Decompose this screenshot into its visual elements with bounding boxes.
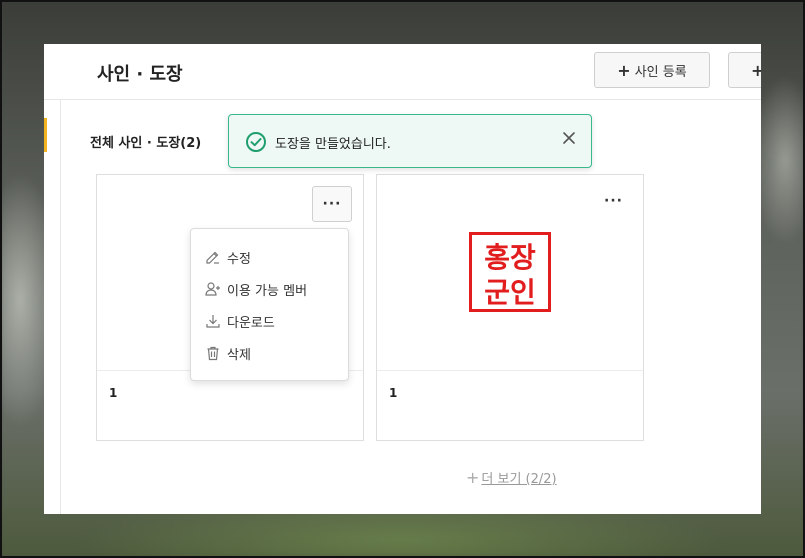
card-context-menu: 수정 이용 가능 멤버 다운로드 삭제: [190, 228, 349, 381]
stamp-image: 홍장 군인: [469, 232, 551, 312]
stamp-card[interactable]: 홍장 군인 ··· 1: [376, 174, 644, 441]
menu-item-label: 삭제: [227, 347, 251, 363]
section-title: 전체 사인 · 도장(2): [90, 136, 202, 151]
menu-item-label: 다운로드: [227, 315, 275, 331]
more-icon: ···: [322, 196, 342, 212]
menu-item-label: 수정: [227, 251, 251, 267]
card-more-button[interactable]: ···: [312, 186, 352, 222]
check-circle-icon: [246, 132, 266, 152]
left-rail-active-indicator: [44, 118, 47, 152]
plus-icon: +: [751, 60, 761, 80]
card-name: 1: [109, 386, 118, 400]
register-signature-label: 사인 등록: [634, 64, 687, 80]
edit-icon: [206, 251, 219, 264]
trash-icon: [207, 346, 219, 361]
menu-item-members[interactable]: 이용 가능 멤버: [205, 278, 307, 300]
download-icon: [206, 315, 220, 328]
stamp-line-2: 군인: [484, 276, 536, 309]
close-icon[interactable]: [561, 130, 577, 146]
plus-icon: +: [617, 60, 631, 80]
menu-item-edit[interactable]: 수정: [205, 246, 251, 268]
page-title: 사인 · 도장: [97, 64, 183, 85]
add-user-icon: [205, 282, 220, 296]
load-more-label: 더 보기 (2/2): [481, 472, 557, 487]
stamp-line-1: 홍장: [484, 241, 536, 274]
card-name: 1: [389, 386, 398, 400]
more-icon: ···: [604, 193, 623, 209]
secondary-register-button[interactable]: +: [728, 52, 761, 88]
left-rail: [44, 100, 61, 514]
page-header: 사인 · 도장 + 사인 등록 +: [44, 44, 761, 100]
load-more-link[interactable]: + 더 보기 (2/2): [466, 468, 557, 487]
toast-message: 도장을 만들었습니다.: [275, 137, 391, 152]
success-toast: 도장을 만들었습니다.: [228, 114, 592, 168]
main-panel: 사인 · 도장 + 사인 등록 + 전체 사인 · 도장(2) ··· 1 홍장…: [44, 44, 761, 514]
menu-item-download[interactable]: 다운로드: [205, 310, 275, 332]
plus-icon: +: [466, 468, 480, 487]
register-signature-button[interactable]: + 사인 등록: [594, 52, 710, 88]
menu-item-delete[interactable]: 삭제: [205, 342, 251, 364]
menu-item-label: 이용 가능 멤버: [227, 283, 308, 299]
card-more-button[interactable]: ···: [604, 193, 623, 209]
